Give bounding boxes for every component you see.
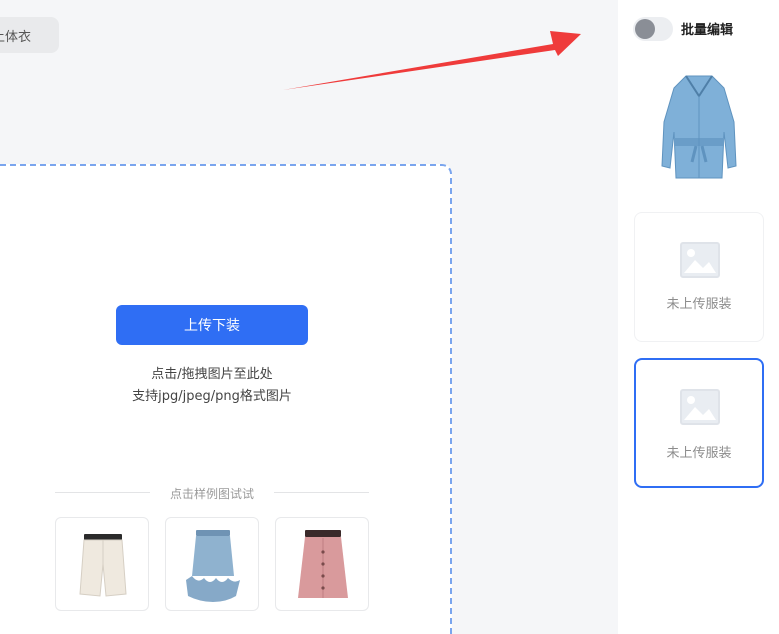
blue-jacket-image	[661, 75, 737, 179]
slot-empty-label: 未上传服装	[666, 297, 732, 312]
upload-hint-formats: 支持jpg/jpeg/png格式图片	[132, 389, 292, 404]
upload-hint-drag: 点击/拖拽图片至此处	[151, 367, 273, 382]
image-placeholder-icon	[680, 242, 720, 278]
sample-blue-skirt[interactable]	[165, 517, 259, 611]
top-garment-tab[interactable]: 上体衣	[0, 17, 59, 53]
batch-edit-label: 批量编辑	[681, 23, 734, 38]
pink-skirt-image	[298, 530, 348, 598]
divider-line-right	[274, 492, 369, 493]
sample-pink-skirt[interactable]	[275, 517, 369, 611]
slot-empty-label: 未上传服装	[666, 446, 732, 461]
batch-edit-toggle[interactable]	[633, 17, 673, 41]
garment-slot-top[interactable]	[634, 62, 764, 192]
garment-slot-bottom[interactable]: 未上传服装	[634, 212, 764, 342]
sample-label: 点击样例图试试	[169, 487, 254, 501]
garment-slot-selected[interactable]: 未上传服装	[634, 358, 764, 488]
image-placeholder-icon	[680, 389, 720, 425]
blue-skirt-image	[186, 530, 240, 602]
upload-bottoms-button[interactable]: 上传下装	[116, 305, 308, 345]
sample-divider: 点击样例图试试	[55, 485, 369, 501]
toggle-knob	[635, 19, 655, 39]
top-garment-tab-label: 上体衣	[0, 30, 31, 45]
white-shorts-image	[79, 534, 127, 597]
sample-white-shorts[interactable]	[55, 517, 149, 611]
